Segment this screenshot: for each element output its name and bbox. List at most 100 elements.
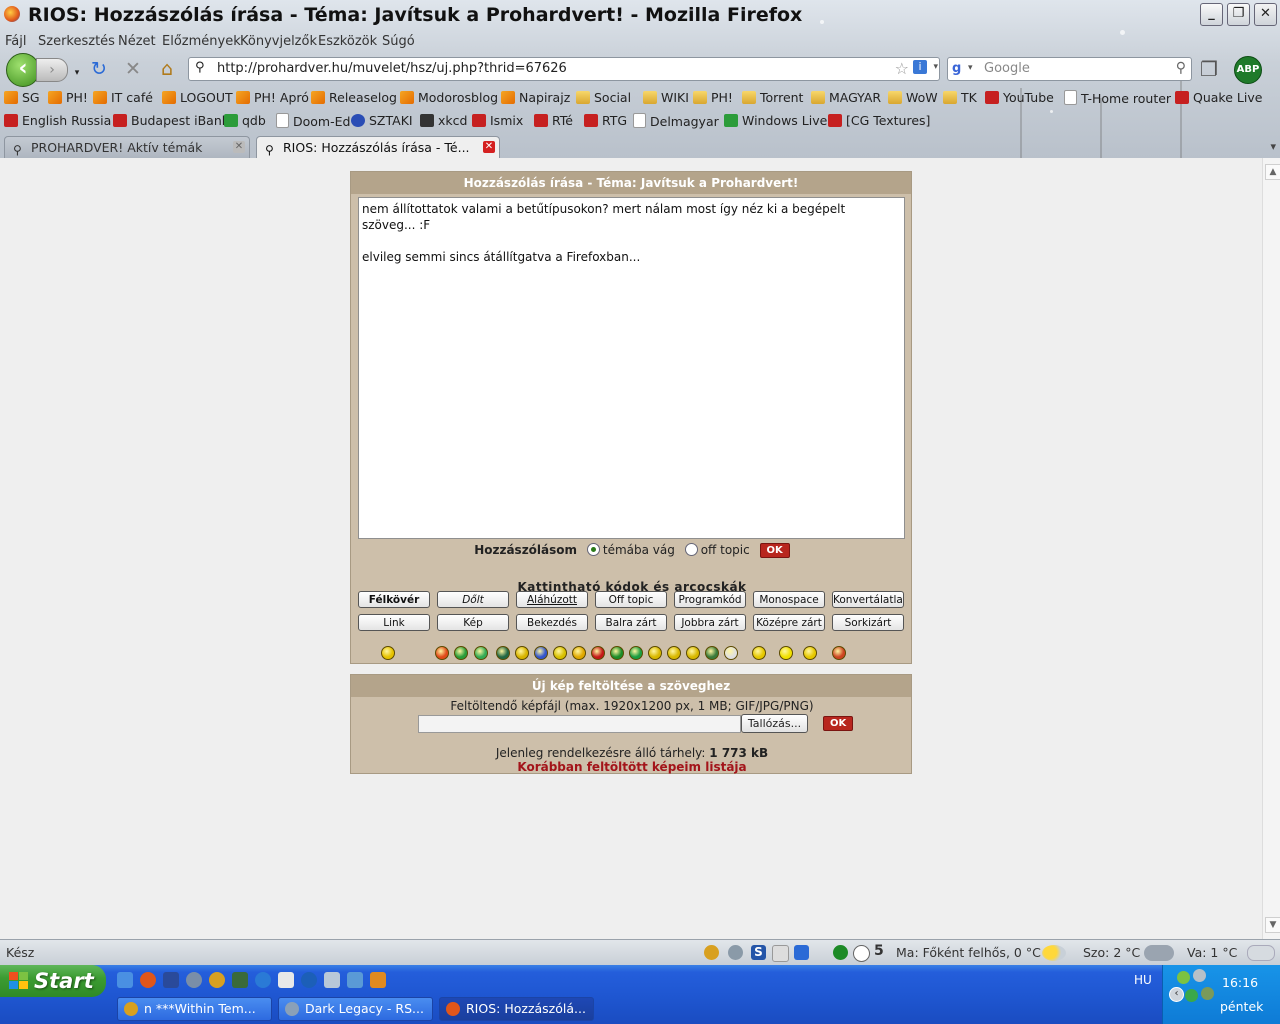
show-hidden-icons-button[interactable]: ‹ xyxy=(1169,987,1184,1002)
code-button-balra-zárt[interactable]: Balra zárt xyxy=(595,614,667,631)
on-topic-radio[interactable] xyxy=(586,543,600,556)
search-icon[interactable]: ⚲ xyxy=(1176,60,1186,76)
quicklaunch-box-icon[interactable] xyxy=(347,972,363,988)
quicklaunch-fox-icon[interactable] xyxy=(370,972,386,988)
code-button-félkövér[interactable]: Félkövér xyxy=(358,591,430,608)
smiley-icon[interactable] xyxy=(591,646,605,660)
bookmark-item[interactable]: Ismix xyxy=(472,113,523,128)
code-button-monospace[interactable]: Monospace xyxy=(753,591,825,608)
code-button-jobbra-zárt[interactable]: Jobbra zárt xyxy=(674,614,746,631)
bookmark-item[interactable]: PH! xyxy=(48,90,88,105)
smiley-icon[interactable] xyxy=(629,646,643,660)
menu-help[interactable]: Súgó xyxy=(382,34,415,49)
bookmark-item[interactable]: RTé xyxy=(534,113,573,128)
restore-button[interactable]: ❐ xyxy=(1227,3,1250,26)
task-firefox-rios[interactable]: RIOS: Hozzászólá... xyxy=(439,997,594,1021)
weather-sunday[interactable]: Va: 1 °C xyxy=(1187,945,1237,960)
bookmark-item[interactable]: WIKI xyxy=(643,90,689,105)
submit-post-button[interactable]: OK xyxy=(759,543,790,558)
smiley-icon[interactable] xyxy=(779,646,793,660)
minimize-button[interactable]: _ xyxy=(1200,3,1223,26)
adblock-plus-icon[interactable]: ABP xyxy=(1234,56,1262,84)
on-topic-label[interactable]: témába vág xyxy=(603,543,675,557)
quicklaunch-calc-icon[interactable] xyxy=(324,972,340,988)
code-button-aláhúzott[interactable]: Aláhúzott xyxy=(516,591,588,608)
bookmark-item[interactable]: LOGOUT xyxy=(162,90,233,105)
smiley-icon[interactable] xyxy=(832,646,846,660)
forward-button[interactable]: › xyxy=(36,58,68,82)
bookmark-item[interactable]: T-Home router xyxy=(1064,90,1171,106)
upload-ok-button[interactable]: OK xyxy=(823,716,854,731)
menu-edit[interactable]: Szerkesztés xyxy=(38,34,115,49)
tab-rios-post[interactable]: ⚲ RIOS: Hozzászólás írása - Té... ✕ xyxy=(256,136,500,158)
bookmark-item[interactable]: xkcd xyxy=(420,113,467,128)
bookmark-item[interactable]: Releaselog xyxy=(311,90,397,105)
weather-saturday[interactable]: Szo: 2 °C xyxy=(1083,945,1140,960)
home-icon[interactable]: ⌂ xyxy=(156,58,178,80)
xmarks-icon[interactable] xyxy=(794,945,809,960)
menu-bookmarks[interactable]: Könyvjelzők xyxy=(240,34,317,49)
smiley-icon[interactable] xyxy=(534,646,548,660)
bookmark-item[interactable]: RTG xyxy=(584,113,627,128)
bookmark-item[interactable]: Doom-Ed xyxy=(276,113,350,129)
smiley-icon[interactable] xyxy=(474,646,488,660)
page-addon-icon[interactable] xyxy=(772,945,789,962)
menu-history[interactable]: Előzmények xyxy=(162,34,241,49)
quicklaunch-ie-icon[interactable] xyxy=(255,972,271,988)
smiley-icon[interactable] xyxy=(705,646,719,660)
previous-images-link[interactable]: Korábban feltöltött képeim listája xyxy=(351,760,913,774)
bookmark-item[interactable]: MAGYAR xyxy=(811,90,881,105)
bookmark-item[interactable]: Budapest iBank xyxy=(113,113,229,128)
bookmark-item[interactable]: English Russia xyxy=(4,113,111,128)
windows-switch-icon[interactable]: ❐ xyxy=(1198,58,1220,80)
smiley-icon[interactable] xyxy=(496,646,510,660)
google-icon[interactable]: g xyxy=(952,61,968,77)
code-button-bekezdés[interactable]: Bekezdés xyxy=(516,614,588,631)
smiley-icon[interactable] xyxy=(610,646,624,660)
bookmark-item[interactable]: Modorosblog xyxy=(400,90,498,105)
smiley-icon[interactable] xyxy=(648,646,662,660)
quicklaunch-firefox-icon[interactable] xyxy=(140,972,156,988)
smiley-icon[interactable] xyxy=(515,646,529,660)
code-button-dőlt[interactable]: Dőlt xyxy=(437,591,509,608)
tab-close-icon[interactable]: ✕ xyxy=(483,141,495,153)
smiley-icon[interactable] xyxy=(667,646,681,660)
url-bar[interactable]: ⚲ http://prohardver.hu/muvelet/hsz/uj.ph… xyxy=(188,57,940,81)
quicklaunch-tool-icon[interactable] xyxy=(232,972,248,988)
bookmark-item[interactable]: Quake Live xyxy=(1175,90,1262,105)
menu-view[interactable]: Nézet xyxy=(118,34,156,49)
off-topic-label[interactable]: off topic xyxy=(701,543,750,557)
scroll-up-icon[interactable]: ▲ xyxy=(1265,164,1280,180)
code-button-konvertálatlan[interactable]: Konvertálatlan xyxy=(832,591,904,608)
code-button-kép[interactable]: Kép xyxy=(437,614,509,631)
smiley-icon[interactable] xyxy=(381,646,395,660)
smiley-icon[interactable] xyxy=(572,646,586,660)
smiley-addon-icon[interactable] xyxy=(704,945,719,960)
language-indicator[interactable]: HU xyxy=(1134,973,1152,987)
tray-green-icon[interactable] xyxy=(1185,989,1198,1002)
bookmark-item[interactable]: SG xyxy=(4,90,40,105)
smiley-icon[interactable] xyxy=(752,646,766,660)
weather-today[interactable]: Ma: Főként felhős, 0 °C xyxy=(896,945,1041,960)
quicklaunch-app-icon[interactable] xyxy=(186,972,202,988)
tab-list-dropdown-icon[interactable]: ▾ xyxy=(1270,140,1276,153)
code-button-off-topic[interactable]: Off topic xyxy=(595,591,667,608)
smiley-icon[interactable] xyxy=(724,646,738,660)
code-button-link[interactable]: Link xyxy=(358,614,430,631)
bookmark-item[interactable]: PH! xyxy=(693,90,733,105)
menu-tools[interactable]: Eszközök xyxy=(318,34,377,49)
bookmark-item[interactable]: TK xyxy=(943,90,977,105)
file-path-input[interactable] xyxy=(418,715,741,733)
quicklaunch-desktop-icon[interactable] xyxy=(117,972,133,988)
bookmark-item[interactable]: YouTube xyxy=(985,90,1054,105)
code-button-programkód[interactable]: Programkód xyxy=(674,591,746,608)
smiley-icon[interactable] xyxy=(553,646,567,660)
bookmark-item[interactable]: Windows Live xyxy=(724,113,827,128)
smiley-icon[interactable] xyxy=(803,646,817,660)
bookmark-item[interactable]: PH! Apró xyxy=(236,90,309,105)
scroll-down-icon[interactable]: ▼ xyxy=(1265,917,1280,933)
search-box[interactable]: g ▾ Google ⚲ xyxy=(947,57,1192,81)
search-engine-dropdown-icon[interactable]: ▾ xyxy=(968,63,973,73)
quicklaunch-save-icon[interactable] xyxy=(163,972,179,988)
task-dark-legacy[interactable]: Dark Legacy - RS... xyxy=(278,997,433,1021)
